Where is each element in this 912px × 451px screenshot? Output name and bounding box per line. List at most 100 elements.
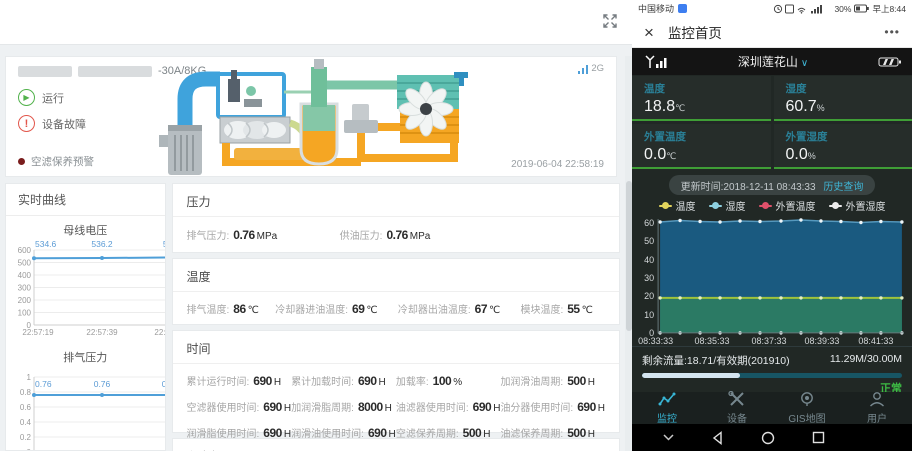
signal-bars-icon [578, 65, 589, 74]
scrollbar[interactable] [625, 56, 632, 451]
metric-cooler-oil-out-temp: 冷却器出油温度: 67 ℃ [398, 301, 521, 316]
legend-humidity[interactable]: 湿度 [709, 198, 746, 213]
desktop-panel: -30A/8KG ▶ 运行 ! 设备故障 空滤保养预警 2G 2019-06-0… [0, 0, 632, 451]
bottom-nav: 监控 设备 GIS地图 [632, 392, 912, 424]
bus-voltage-chart: 600 500 400 300 200 100 0 534.6 [6, 238, 166, 338]
metric-oil-filter-use-time: 油滤器使用时间: 690 H [396, 399, 501, 414]
svg-text:0.76: 0.76 [94, 379, 111, 389]
svg-text:08:35:33: 08:35:33 [695, 335, 730, 345]
flow-usage-label: 11.29M/30.00M [830, 353, 902, 368]
metric-separator-use-time: 油分器使用时间: 690 H [500, 399, 605, 414]
chevron-down-icon: ∨ [801, 58, 808, 69]
phone-status-bar: 中国移动 30% [632, 0, 912, 18]
antenna-signal-icon [642, 55, 668, 69]
svg-text:0.76: 0.76 [35, 379, 52, 389]
device-battery-icon [878, 56, 902, 68]
metric-discharge-pressure: 排气压力: 0.76 MPa [187, 227, 278, 242]
chart-legend: 温度 湿度 外置温度 外置湿度 [632, 197, 912, 215]
play-icon: ▶ [18, 89, 35, 106]
status-running: ▶ 运行 [18, 89, 64, 106]
thermostat-valve [344, 104, 378, 133]
carrier-label: 中国移动 [638, 2, 674, 15]
metric-oil-supply-pressure: 供油压力: 0.76 MPa [340, 227, 431, 242]
realtime-curves-card: 实时曲线 母线电压 600 500 400 300 200 100 0 [5, 183, 166, 451]
temperature-section: 温度 排气温度: 86 ℃ 冷却器进油温度: 69 ℃ [172, 258, 621, 325]
nav-user[interactable]: 用户 [842, 391, 912, 425]
svg-text:22:57:39: 22:57:39 [86, 328, 118, 337]
metric-oil-add-cycle: 加润滑油周期: 500 H [500, 373, 605, 388]
oil-fitting [234, 148, 309, 160]
update-row: 更新时间:2018-12-11 08:43:33 历史查询 [632, 175, 912, 195]
user-icon [867, 391, 887, 407]
flow-progress-bar [642, 373, 902, 378]
motor-section: 主电机 母线电压: 534.3 V 主电机输出电压: 335 V [172, 438, 621, 451]
android-recents-icon[interactable] [812, 431, 825, 444]
realtime-curves-title: 实时曲线 [6, 184, 165, 216]
fullscreen-icon[interactable] [602, 13, 618, 29]
close-icon[interactable]: × [644, 24, 654, 41]
time-section: 时间 累计运行时间: 690 H 累计加载时间: 690 H [172, 330, 621, 433]
metric-load-rate: 加载率: 100 % [396, 373, 501, 388]
svg-text:500: 500 [18, 259, 32, 268]
svg-text:1: 1 [27, 373, 32, 382]
hide-nav-chevron-icon[interactable] [662, 431, 675, 443]
redacted-text [78, 66, 152, 77]
network-indicator: 2G [578, 63, 604, 74]
remaining-flow-label: 剩余流量:18.71/有效期(201910) [642, 353, 790, 368]
svg-text:22:57:19: 22:57:19 [22, 328, 54, 337]
svg-text:60: 60 [644, 218, 654, 228]
titlebar [0, 0, 632, 45]
nav-monitor[interactable]: 监控 [632, 391, 702, 425]
intake-pipe [185, 79, 220, 131]
warning-dot-icon [18, 158, 25, 165]
air-filter [159, 125, 202, 175]
scrollbar-thumb[interactable] [626, 181, 632, 331]
svg-text:22:57:58: 22:57:58 [154, 328, 165, 337]
svg-text:400: 400 [18, 271, 32, 280]
legend-temperature[interactable]: 温度 [659, 198, 696, 213]
history-query-link[interactable]: 历史查询 [823, 182, 863, 193]
svg-text:0.2: 0.2 [20, 433, 32, 442]
mobile-panel: 中国移动 30% [632, 0, 912, 451]
metric-total-load-time: 累计加载时间: 690 H [291, 373, 396, 388]
app-bar: × 监控首页 ••• [632, 18, 912, 49]
legend-external-temperature[interactable]: 外置温度 [759, 198, 816, 213]
svg-text:08:37:33: 08:37:33 [752, 335, 787, 345]
metric-total-run-time: 累计运行时间: 690 H [187, 373, 292, 388]
svg-text:30: 30 [644, 272, 654, 282]
line-chart-icon [657, 391, 677, 407]
dashboard-body: 实时曲线 母线电压 600 500 400 300 200 100 0 [5, 183, 620, 451]
svg-text:300: 300 [18, 284, 32, 293]
clock-label: 早上8:44 [872, 3, 906, 15]
svg-text:200: 200 [18, 296, 32, 305]
svg-text:100: 100 [18, 309, 32, 318]
svg-text:600: 600 [18, 246, 32, 255]
svg-text:0.8: 0.8 [20, 388, 32, 397]
valve-box [218, 70, 284, 117]
redacted-text [18, 66, 72, 77]
chart-title-bus-voltage: 母线电压 [6, 222, 165, 238]
card-humidity: 湿度 60.7% [774, 76, 912, 121]
nav-devices[interactable]: 设备 [702, 391, 772, 425]
android-home-icon[interactable] [761, 431, 775, 445]
svg-text:0.76: 0.76 [162, 379, 166, 389]
flow-progress-fill [642, 373, 740, 378]
exclamation-icon: ! [18, 115, 35, 132]
battery-percent: 30% [834, 4, 851, 14]
metrics-column: 压力 排气压力: 0.76 MPa 供油压力: 0.76 MPa [172, 183, 621, 451]
device-bar: 深圳莲花山∨ [632, 48, 912, 75]
nav-gis-map[interactable]: GIS地图 [772, 391, 842, 425]
page-title: 监控首页 [668, 22, 884, 42]
android-back-icon[interactable] [711, 431, 724, 445]
chart-title-discharge-pressure: 排气压力 [6, 349, 165, 365]
metric-module-temp: 模块温度: 55 ℃ [520, 301, 605, 316]
legend-external-humidity[interactable]: 外置湿度 [829, 198, 886, 213]
metric-cooler-oil-in-temp: 冷却器进油温度: 69 ℃ [275, 301, 398, 316]
metric-discharge-temp: 排气温度: 86 ℃ [187, 301, 276, 316]
more-menu-icon[interactable]: ••• [884, 25, 900, 39]
svg-text:534.6: 534.6 [35, 239, 57, 249]
location-selector[interactable]: 深圳莲花山∨ [668, 53, 878, 70]
svg-text:10: 10 [644, 309, 654, 319]
battery-icon [854, 4, 869, 13]
update-time-label: 更新时间:2018-12-11 08:43:33 [681, 182, 816, 193]
